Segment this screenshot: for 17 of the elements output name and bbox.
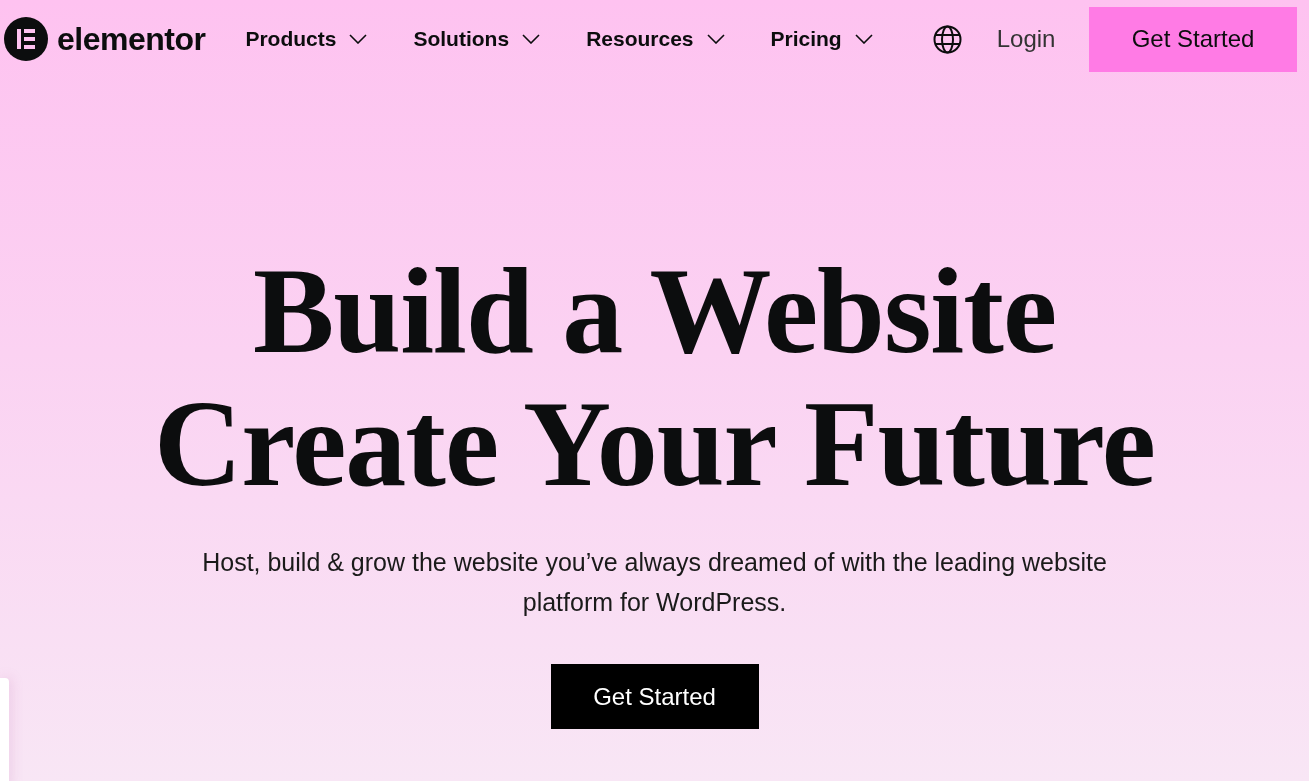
globe-icon[interactable] xyxy=(932,24,962,54)
nav-menu-item[interactable]: Pricing xyxy=(770,27,873,51)
nav-menu-item[interactable]: Products xyxy=(245,27,368,51)
headline-line: Build a Website xyxy=(252,244,1057,377)
headline-line: Create Your Future xyxy=(154,377,1155,510)
get-started-button[interactable]: Get Started xyxy=(1089,6,1297,72)
chevron-down-icon xyxy=(349,34,368,44)
hero-subtitle: Host, build & grow the website you’ve always dreamed of with the leading website platform for WordPress. xyxy=(201,547,1108,618)
chevron-down-icon xyxy=(522,34,541,44)
logo-icon[interactable] xyxy=(4,17,48,61)
chevron-down-icon xyxy=(854,34,873,44)
logo-wordmark[interactable]: elementor xyxy=(57,20,206,58)
chevron-down-icon xyxy=(706,34,725,44)
nav-menu-item[interactable]: Solutions xyxy=(413,27,541,51)
nav-menu-item[interactable]: Resources xyxy=(586,27,725,51)
login-link[interactable]: Login xyxy=(996,25,1056,53)
get-started-button[interactable]: Get Started xyxy=(550,664,759,729)
